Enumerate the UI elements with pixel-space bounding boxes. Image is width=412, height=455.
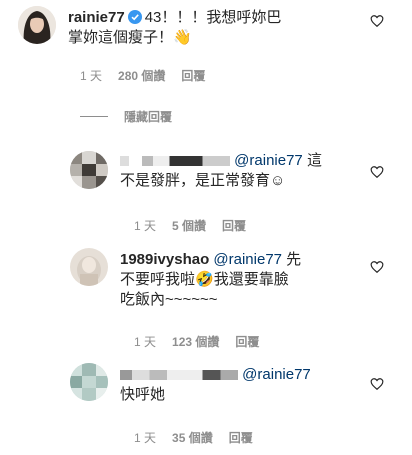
reply-comment: @rainie77 快呼她	[70, 363, 311, 405]
reply-comment: @rainie77 這 不是發胖，是正常發育☺	[70, 151, 322, 191]
like-count[interactable]: 5 個讚	[172, 217, 206, 234]
comment-meta: 1 天 5 個讚 回覆	[134, 217, 246, 234]
like-count[interactable]: 280 個讚	[118, 67, 165, 84]
comment-username[interactable]: rainie77	[68, 9, 125, 26]
avatar[interactable]	[70, 248, 108, 286]
heart-outline-icon[interactable]	[370, 165, 384, 179]
mention-link[interactable]: @rainie77	[213, 251, 282, 268]
comment-time[interactable]: 1 天	[134, 333, 156, 350]
redacted-username	[120, 156, 230, 167]
comment-text: 這	[302, 152, 322, 169]
heart-outline-icon[interactable]	[370, 14, 384, 28]
comment-text: 43！！！我想呼妳巴	[144, 9, 282, 26]
hide-replies-label: 隱藏回覆	[124, 110, 173, 124]
avatar[interactable]	[18, 6, 56, 44]
reply-comment-1989ivyshao: 1989ivyshao @rainie77 先 不要呼我啦🤣我還要靠臉 吃飯內~…	[70, 248, 301, 310]
reply-button[interactable]: 回覆	[235, 333, 259, 350]
heart-outline-icon[interactable]	[370, 377, 384, 391]
mention-link[interactable]: @rainie77	[242, 366, 311, 383]
comment-time[interactable]: 1 天	[80, 67, 102, 84]
reply-button[interactable]: 回覆	[222, 217, 246, 234]
comment-text: 先	[282, 251, 302, 268]
heart-outline-icon[interactable]	[370, 260, 384, 274]
comment-text: 吃飯內~~~~~~	[120, 291, 218, 308]
comment-rainie77: rainie77 43！！！我想呼妳巴 掌妳這個瘦子！👋	[18, 6, 281, 48]
reply-button[interactable]: 回覆	[229, 429, 253, 446]
comment-text: 掌妳這個瘦子！	[68, 29, 174, 46]
comment-text: 快呼她	[120, 386, 166, 403]
avatar[interactable]	[70, 151, 108, 189]
like-count[interactable]: 123 個讚	[172, 333, 219, 350]
comment-meta: 1 天 280 個讚 回覆	[80, 67, 205, 84]
comment-username[interactable]: 1989ivyshao	[120, 251, 209, 268]
comment-meta: 1 天 35 個讚 回覆	[134, 429, 253, 446]
comment-text: 不是發胖，是正常發育☺	[120, 172, 286, 189]
reply-button[interactable]: 回覆	[181, 67, 205, 84]
hide-replies-button[interactable]: 隱藏回覆	[80, 108, 172, 125]
divider	[80, 116, 108, 117]
comment-text: 我還要靠臉	[213, 271, 289, 288]
laughing-emoji: 🤣	[195, 271, 214, 288]
comment-time[interactable]: 1 天	[134, 429, 156, 446]
comment-meta: 1 天 123 個讚 回覆	[134, 333, 259, 350]
mention-link[interactable]: @rainie77	[234, 152, 303, 169]
avatar[interactable]	[70, 363, 108, 401]
verified-badge-icon	[127, 10, 142, 24]
waving-hand-emoji: 👋	[173, 29, 192, 46]
redacted-username	[120, 370, 238, 381]
comment-time[interactable]: 1 天	[134, 217, 156, 234]
like-count[interactable]: 35 個讚	[172, 429, 213, 446]
comment-text: 不要呼我啦	[120, 271, 196, 288]
